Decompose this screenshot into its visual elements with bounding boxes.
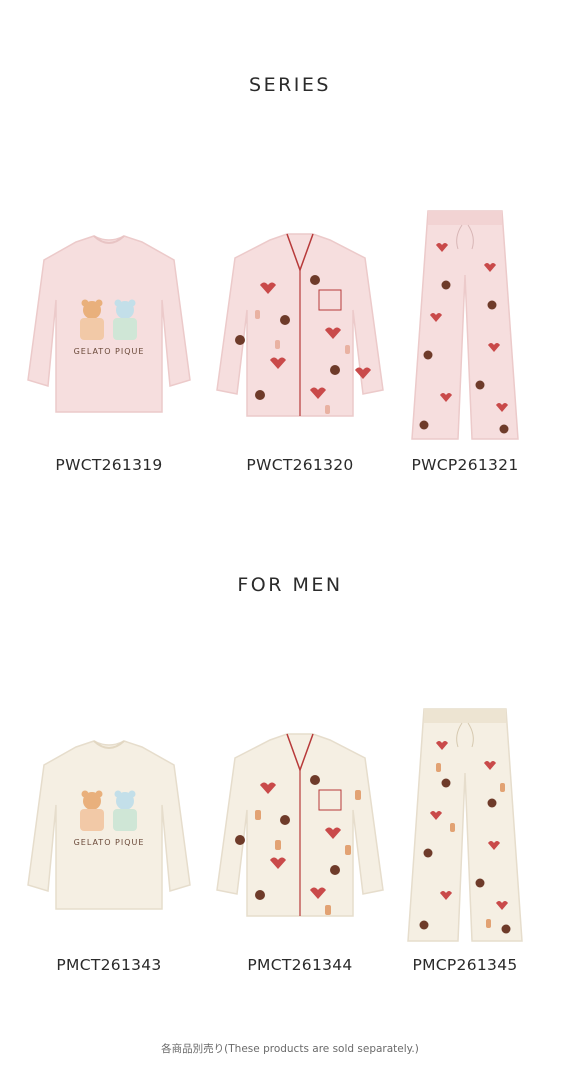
shirt-image (216, 233, 384, 417)
product-image[interactable] (205, 200, 395, 450)
product-image[interactable] (205, 700, 395, 950)
product-code: PWCP261321 (411, 456, 519, 474)
series-heading: SERIES (249, 74, 331, 96)
product-image[interactable] (370, 200, 560, 450)
tee-print-text: GELATO PIQUE (74, 347, 145, 356)
product-image[interactable] (370, 700, 560, 950)
tee-print-text: GELATO PIQUE (74, 838, 145, 847)
product-image[interactable]: GELATO PIQUE (14, 700, 204, 950)
sold-separately-note: 各商品別売り(These products are sold separatel… (161, 1043, 419, 1055)
product-code: PMCP261345 (412, 956, 518, 974)
shirt-image (216, 733, 384, 917)
product-image[interactable]: GELATO PIQUE (14, 200, 204, 450)
for-men-heading: FOR MEN (237, 574, 343, 596)
pants-image (407, 708, 523, 942)
tee-image: GELATO PIQUE (27, 740, 191, 910)
product-code: PWCT261320 (246, 456, 354, 474)
tee-image: GELATO PIQUE (27, 235, 191, 413)
product-code: PMCT261343 (56, 956, 162, 974)
product-code: PWCT261319 (55, 456, 163, 474)
product-code: PMCT261344 (247, 956, 353, 974)
pants-image (411, 210, 519, 440)
